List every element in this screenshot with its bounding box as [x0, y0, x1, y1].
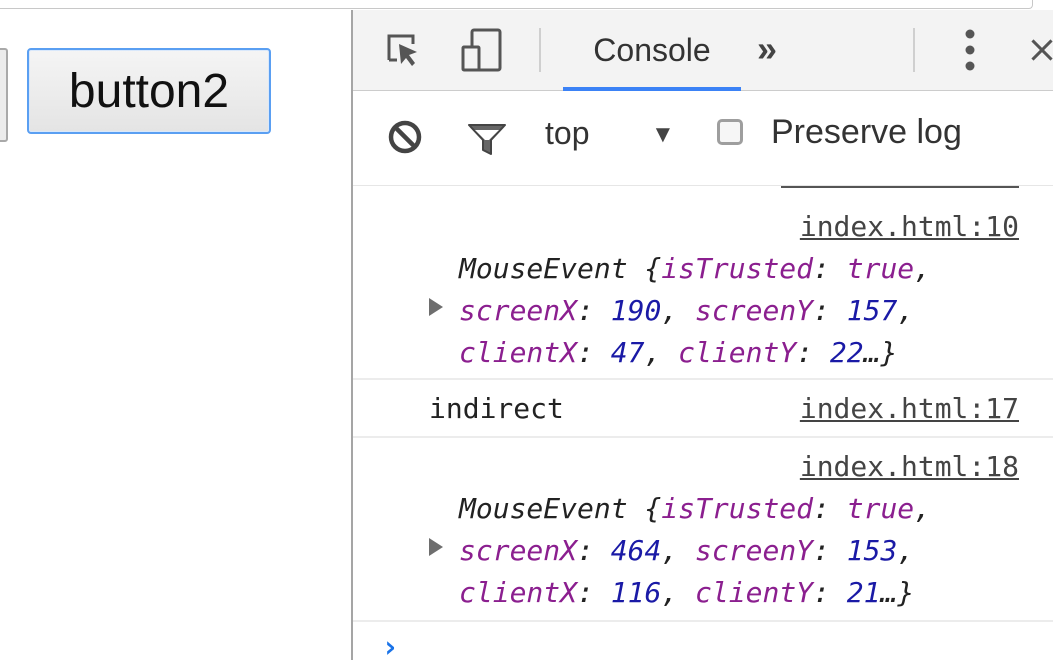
browser-top-edge — [0, 0, 1033, 9]
filter-icon[interactable] — [465, 117, 509, 161]
console-messages: index.html:10 MouseEvent {isTrusted: tru… — [353, 186, 1053, 665]
console-toolbar: top ▼ Preserve log — [353, 91, 1053, 187]
kebab-menu-icon[interactable] — [953, 26, 987, 74]
mouse-event-object[interactable]: MouseEvent {isTrusted: true, screenX: 19… — [459, 248, 931, 374]
tab-console[interactable]: Console — [563, 10, 741, 91]
source-link[interactable]: index.html:17 — [800, 392, 1019, 425]
close-icon[interactable] — [1029, 32, 1053, 68]
console-message: index.html:18 MouseEvent {isTrusted: tru… — [353, 438, 1053, 622]
clear-console-icon[interactable] — [385, 117, 425, 157]
log-text: indirect — [429, 392, 564, 425]
scrolled-off-underline — [781, 186, 1019, 188]
expand-triangle-icon[interactable] — [429, 538, 443, 556]
more-tabs-button[interactable]: » — [757, 28, 777, 70]
devtools-panel: Console » top ▼ Preserve log index.html:… — [351, 10, 1053, 665]
button1-partial[interactable] — [0, 48, 8, 142]
tab-console-label: Console — [593, 31, 711, 68]
tabbar-separator — [539, 28, 541, 72]
devtools-tabbar: Console » — [353, 10, 1053, 91]
console-message: index.html:10 MouseEvent {isTrusted: tru… — [353, 194, 1053, 380]
expand-triangle-icon[interactable] — [429, 298, 443, 316]
execution-context-select[interactable]: top — [545, 115, 589, 152]
console-message: indirect index.html:17 — [353, 380, 1053, 438]
device-toolbar-icon[interactable] — [459, 26, 505, 74]
source-link[interactable]: index.html:18 — [800, 450, 1019, 483]
preserve-log-label[interactable]: Preserve log — [771, 113, 962, 152]
source-link[interactable]: index.html:10 — [800, 210, 1019, 243]
inspect-element-icon[interactable] — [381, 28, 425, 72]
chevron-down-icon[interactable]: ▼ — [651, 121, 675, 149]
page-viewport: button2 — [0, 10, 350, 660]
tabbar-separator — [913, 28, 915, 72]
button2[interactable]: button2 — [27, 48, 271, 134]
mouse-event-object[interactable]: MouseEvent {isTrusted: true, screenX: 46… — [459, 488, 931, 614]
preserve-log-checkbox[interactable] — [717, 119, 743, 145]
